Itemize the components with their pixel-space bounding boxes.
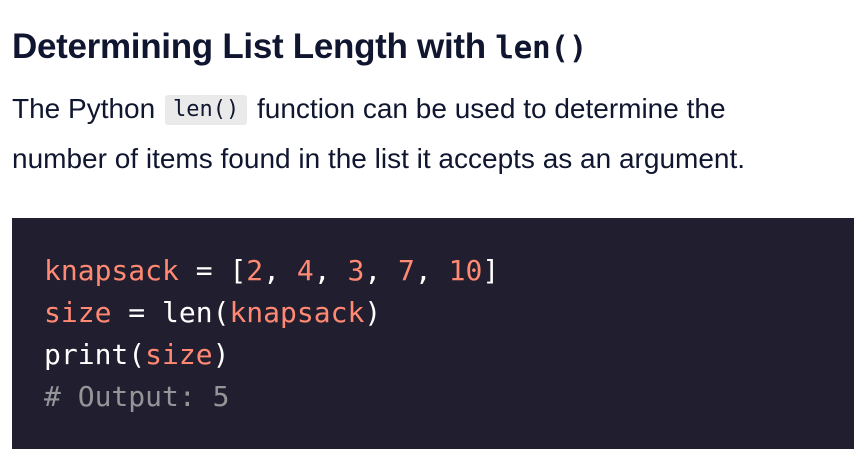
code-separator: , — [364, 254, 399, 287]
code-line-3: print(size) — [44, 334, 854, 376]
code-line-4: # Output: 5 — [44, 376, 854, 418]
code-paren: ) — [212, 338, 230, 371]
code-operator: = — [178, 254, 230, 287]
code-block[interactable]: knapsack = [2, 4, 3, 7, 10] size = len(k… — [12, 218, 854, 449]
code-number: 4 — [296, 254, 314, 287]
code-paren: ( — [128, 338, 146, 371]
section-heading: Determining List Length with len() — [12, 0, 856, 69]
description-paragraph: The Python len() function can be used to… — [12, 84, 856, 184]
code-function: len — [162, 296, 213, 329]
code-bracket: ] — [482, 254, 500, 287]
code-separator: , — [414, 254, 449, 287]
code-separator: , — [313, 254, 348, 287]
article-section: Determining List Length with len() The P… — [0, 0, 868, 466]
code-paren: ) — [364, 296, 382, 329]
description-line2: number of items found in the list it acc… — [12, 143, 746, 174]
code-number: 10 — [448, 254, 483, 287]
code-line-1: knapsack = [2, 4, 3, 7, 10] — [44, 250, 854, 292]
description-after: function can be used to determine the — [249, 93, 726, 124]
code-comment: # Output: 5 — [44, 380, 230, 413]
code-number: 7 — [398, 254, 415, 287]
code-argument: size — [145, 338, 213, 371]
code-variable: size — [44, 296, 112, 329]
inline-code: len() — [164, 95, 248, 125]
code-number: 2 — [246, 254, 264, 287]
code-paren: ( — [212, 296, 230, 329]
heading-text: Determining List Length with — [12, 27, 496, 66]
code-operator: = — [111, 296, 163, 329]
code-bracket: [ — [229, 254, 247, 287]
code-variable: knapsack — [44, 254, 179, 287]
code-number: 3 — [347, 254, 365, 287]
heading-code: len() — [495, 30, 588, 66]
code-separator: , — [263, 254, 297, 287]
description-before: The Python — [12, 93, 163, 124]
code-function: print — [44, 338, 129, 371]
code-argument: knapsack — [229, 296, 365, 329]
code-line-2: size = len(knapsack) — [44, 292, 854, 334]
